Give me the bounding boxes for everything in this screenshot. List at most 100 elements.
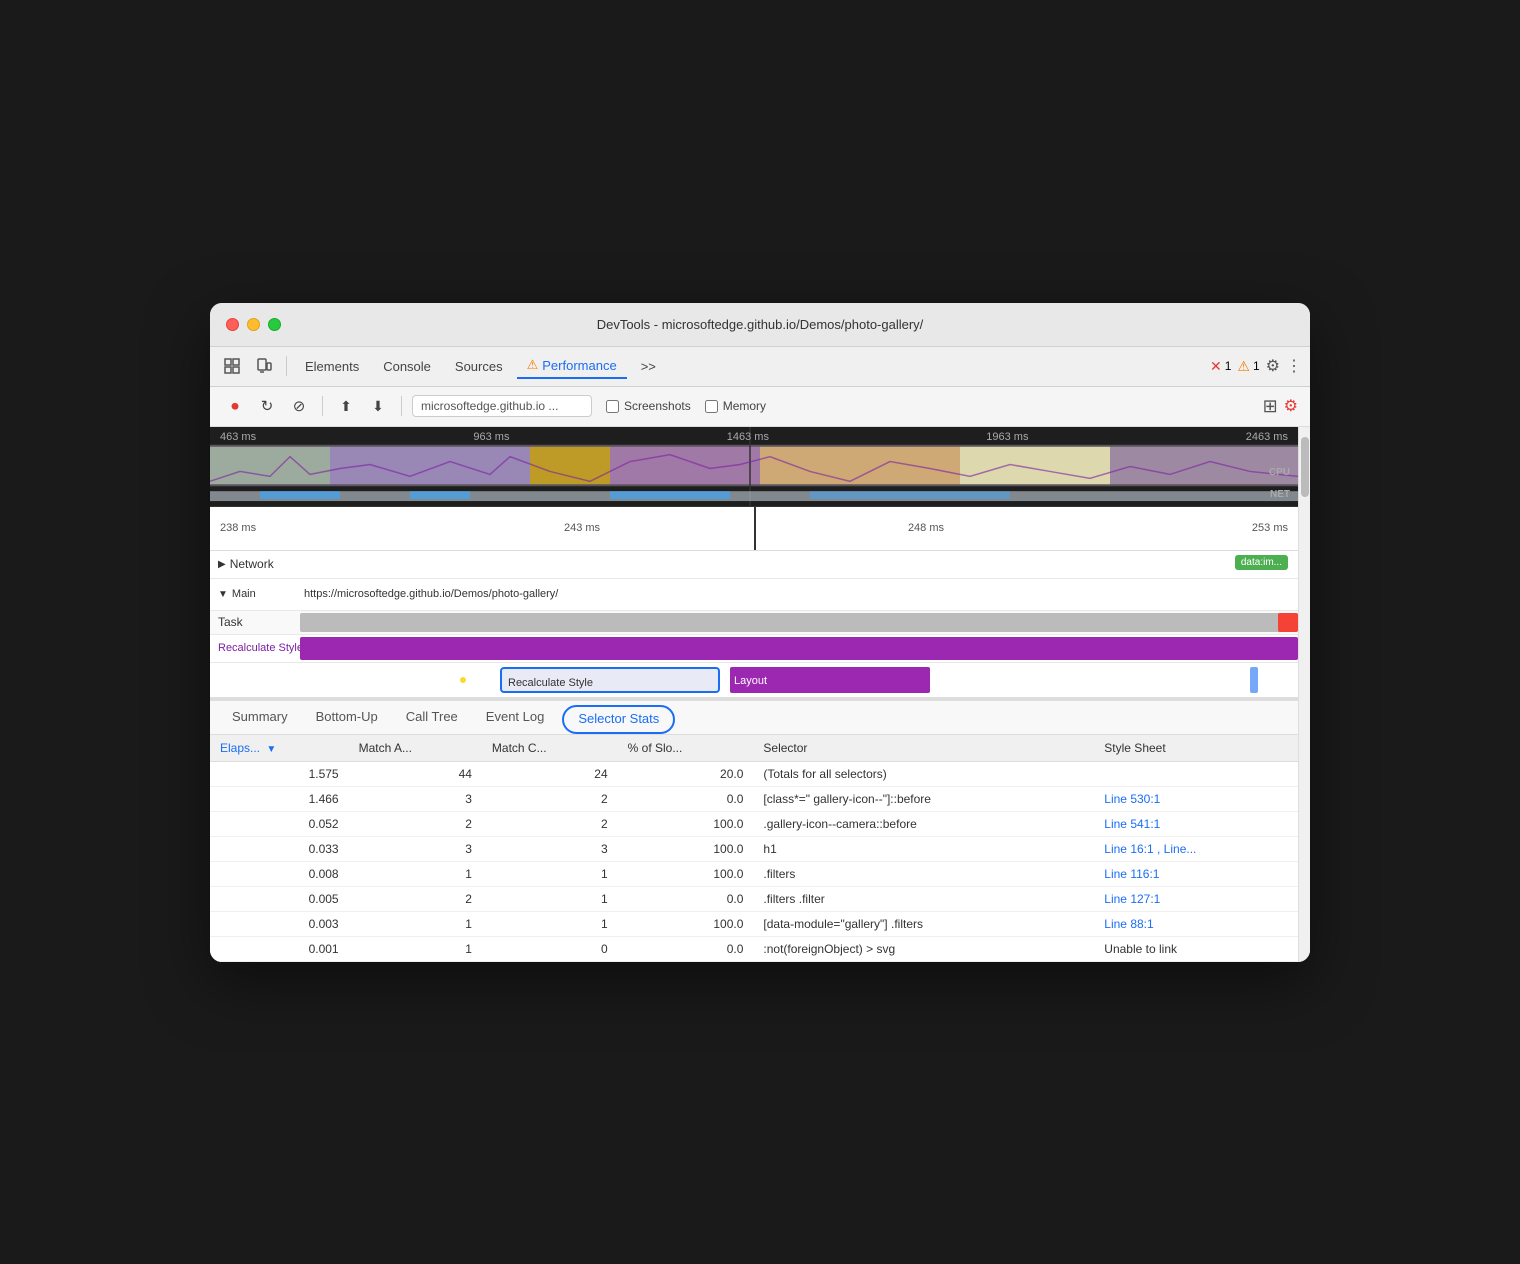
network-track-label: ▶ Network xyxy=(210,557,300,571)
url-display: microsoftedge.github.io ... xyxy=(412,395,592,417)
sort-arrow: ▼ xyxy=(266,744,276,755)
recalc-selected-chip[interactable]: Recalculate Style xyxy=(500,667,720,693)
upload-button[interactable]: ⬆ xyxy=(333,393,359,419)
cell-stylesheet[interactable]: Line 16:1 , Line... xyxy=(1094,836,1298,861)
main-content: 463 ms 963 ms 1463 ms 1963 ms 2463 ms xyxy=(210,427,1310,962)
cell-selector: .filters xyxy=(753,861,1094,886)
memory-checkbox[interactable] xyxy=(705,400,718,413)
clear-button[interactable]: ⊘ xyxy=(286,393,312,419)
table-row: 1.575 44 24 20.0 (Totals for all selecto… xyxy=(210,761,1298,786)
table-row: 0.008 1 1 100.0 .filters Line 116:1 xyxy=(210,861,1298,886)
recalc-track: Recalculate Style xyxy=(210,635,1298,663)
tab-sources[interactable]: Sources xyxy=(445,355,513,378)
flame-row: Recalculate Style Layout xyxy=(210,663,1298,699)
yellow-dot xyxy=(460,677,466,683)
title-bar: DevTools - microsoftedge.github.io/Demos… xyxy=(210,303,1310,347)
memory-checkbox-group: Memory xyxy=(705,399,766,413)
tab-elements[interactable]: Elements xyxy=(295,355,369,378)
tab-more[interactable]: >> xyxy=(631,355,666,378)
zoom-marker-1: 243 ms xyxy=(564,522,600,534)
timeline-overview[interactable]: 463 ms 963 ms 1463 ms 1963 ms 2463 ms xyxy=(210,427,1298,507)
table-row: 0.033 3 3 100.0 h1 Line 16:1 , Line... xyxy=(210,836,1298,861)
col-match-c[interactable]: Match C... xyxy=(482,735,618,762)
settings-icon[interactable]: ⚙ xyxy=(1266,356,1280,376)
cell-pct-slow: 0.0 xyxy=(618,886,754,911)
tab-event-log[interactable]: Event Log xyxy=(472,701,559,734)
tab-call-tree[interactable]: Call Tree xyxy=(392,701,472,734)
table-row: 0.001 1 0 0.0 :not(foreignObject) > svg … xyxy=(210,936,1298,961)
tab-selector-stats[interactable]: Selector Stats xyxy=(562,705,675,734)
tracks: ▶ Network data:im... ▼ Main https://micr… xyxy=(210,551,1298,699)
triangle-right-icon: ▶ xyxy=(218,559,226,570)
cell-match-a: 44 xyxy=(349,761,482,786)
layout-label: Layout xyxy=(730,667,930,695)
device-icon[interactable] xyxy=(250,352,278,380)
table-body: 1.575 44 24 20.0 (Totals for all selecto… xyxy=(210,761,1298,961)
cell-elapsed: 0.033 xyxy=(210,836,349,861)
tab-summary[interactable]: Summary xyxy=(218,701,302,734)
memory-label[interactable]: Memory xyxy=(723,399,766,413)
tab-performance[interactable]: ⚠ Performance xyxy=(517,353,627,379)
right-scrollbar[interactable] xyxy=(1298,427,1310,962)
col-stylesheet[interactable]: Style Sheet xyxy=(1094,735,1298,762)
error-count: 1 xyxy=(1225,359,1232,373)
cell-pct-slow: 0.0 xyxy=(618,786,754,811)
main-track-label: ▼ Main xyxy=(210,588,300,600)
cell-elapsed: 0.003 xyxy=(210,911,349,936)
tab-bar: Elements Console Sources ⚠ Performance >… xyxy=(210,347,1310,387)
scrollbar-thumb[interactable] xyxy=(1301,437,1309,497)
flame-track-content: Recalculate Style Layout xyxy=(300,663,1298,697)
maximize-button[interactable] xyxy=(268,318,281,331)
task-track: Task xyxy=(210,611,1298,635)
capture-settings-icon[interactable]: ⊞ xyxy=(1263,396,1278,417)
warning-count: 1 xyxy=(1253,359,1260,373)
col-elapsed[interactable]: Elaps... ▼ xyxy=(210,735,349,762)
warning-icon: ⚠ xyxy=(1237,358,1250,375)
cell-selector: [class*=" gallery-icon--"]::before xyxy=(753,786,1094,811)
record-button[interactable]: ⏺ xyxy=(222,393,248,419)
tab-bottom-up[interactable]: Bottom-Up xyxy=(302,701,392,734)
more-icon[interactable]: ⋮ xyxy=(1286,356,1302,376)
col-match-a[interactable]: Match A... xyxy=(349,735,482,762)
content-area: 463 ms 963 ms 1463 ms 1963 ms 2463 ms xyxy=(210,427,1298,962)
warning-triangle-icon: ⚠ xyxy=(527,357,539,373)
cell-stylesheet[interactable]: Line 88:1 xyxy=(1094,911,1298,936)
cell-stylesheet[interactable]: Line 541:1 xyxy=(1094,811,1298,836)
recalc-chip-label: Recalculate Style xyxy=(502,669,718,697)
col-pct-slow[interactable]: % of Slo... xyxy=(618,735,754,762)
download-button[interactable]: ⬇ xyxy=(365,393,391,419)
window-title: DevTools - microsoftedge.github.io/Demos… xyxy=(597,317,924,332)
cell-stylesheet[interactable]: Line 127:1 xyxy=(1094,886,1298,911)
reload-record-button[interactable]: ↻ xyxy=(254,393,280,419)
table-row: 1.466 3 2 0.0 [class*=" gallery-icon--"]… xyxy=(210,786,1298,811)
marker-4: 2463 ms xyxy=(1246,431,1288,443)
screenshots-checkbox[interactable] xyxy=(606,400,619,413)
cell-match-c: 0 xyxy=(482,936,618,961)
recalc-bar xyxy=(300,637,1298,660)
zoom-timeline: 238 ms 243 ms 248 ms 253 ms xyxy=(210,507,1298,551)
settings-gear-icon[interactable]: ⚙ xyxy=(1284,396,1298,416)
close-button[interactable] xyxy=(226,318,239,331)
inspect-icon[interactable] xyxy=(218,352,246,380)
cell-pct-slow: 100.0 xyxy=(618,911,754,936)
cpu-label: CPU xyxy=(1269,467,1290,478)
cell-match-a: 1 xyxy=(349,861,482,886)
cell-elapsed: 1.575 xyxy=(210,761,349,786)
tab-console[interactable]: Console xyxy=(373,355,441,378)
cell-stylesheet[interactable]: Line 116:1 xyxy=(1094,861,1298,886)
table-row: 0.005 2 1 0.0 .filters .filter Line 127:… xyxy=(210,886,1298,911)
col-selector[interactable]: Selector xyxy=(753,735,1094,762)
task-bar-gray xyxy=(300,613,1298,632)
minimize-button[interactable] xyxy=(247,318,260,331)
bottom-panel: Summary Bottom-Up Call Tree Event Log Se… xyxy=(210,699,1298,962)
timeline-markers: 463 ms 963 ms 1463 ms 1963 ms 2463 ms xyxy=(210,429,1298,445)
cell-match-c: 1 xyxy=(482,911,618,936)
table-row: 0.003 1 1 100.0 [data-module="gallery"] … xyxy=(210,911,1298,936)
screenshots-label[interactable]: Screenshots xyxy=(624,399,691,413)
cell-pct-slow: 0.0 xyxy=(618,936,754,961)
warning-badge: ⚠ 1 xyxy=(1237,358,1259,375)
cell-stylesheet xyxy=(1094,761,1298,786)
cell-stylesheet[interactable]: Line 530:1 xyxy=(1094,786,1298,811)
cell-selector: .filters .filter xyxy=(753,886,1094,911)
cell-selector: :not(foreignObject) > svg xyxy=(753,936,1094,961)
